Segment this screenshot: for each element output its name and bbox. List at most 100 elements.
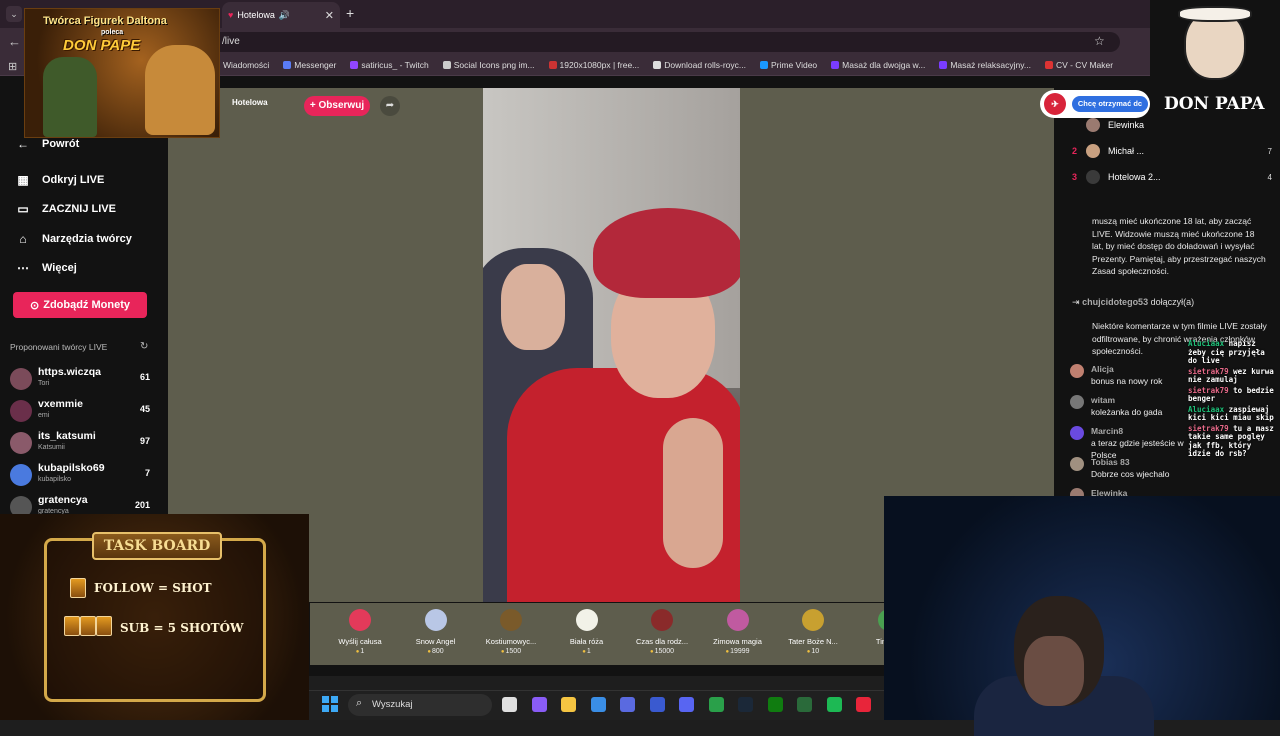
gift-item[interactable]: Biała róża 1 bbox=[550, 609, 624, 655]
gift-item[interactable]: Czas dla rodz... 15000 bbox=[625, 609, 699, 655]
task-sub-text: SUB = 5 SHOTÓW bbox=[120, 620, 244, 635]
tab-active[interactable]: ♥ Hotelowa 🔊 ✕ bbox=[222, 2, 340, 28]
follow-button[interactable]: + Obserwuj bbox=[304, 96, 370, 116]
bookmark-item[interactable]: Prime Video bbox=[760, 60, 817, 70]
share-icon[interactable]: ➦ bbox=[380, 96, 400, 116]
bookmark-star-icon[interactable]: ☆ bbox=[1094, 34, 1105, 48]
bookmark-item[interactable]: satiricus_ - Twitch bbox=[350, 60, 429, 70]
bookmark-item[interactable]: CV - CV Maker bbox=[1044, 60, 1114, 70]
gift-item[interactable]: Snow Angel 800 bbox=[399, 609, 473, 655]
joined-user[interactable]: chujcidotego53 bbox=[1082, 297, 1148, 307]
bookmark-item[interactable]: Masaż relaksacyjny... bbox=[939, 60, 1031, 70]
bookmark-label: Prime Video bbox=[771, 60, 818, 70]
suggested-creator[interactable]: https.wiczqa Tori 61 bbox=[10, 366, 160, 396]
tab-search-button[interactable]: ⌄ bbox=[6, 6, 22, 22]
bookmark-label: CV - CV Maker bbox=[1055, 60, 1114, 70]
gift-icon bbox=[424, 609, 447, 631]
sidebar-item-start-live[interactable]: ▭ ZACZNIJ LIVE bbox=[16, 202, 116, 216]
suggested-creator[interactable]: kubapilsko69 kubapilsko 7 bbox=[10, 462, 160, 492]
bookmark-favicon-icon bbox=[1044, 61, 1053, 69]
suggested-creator[interactable]: its_katsumi Katsumii 97 bbox=[10, 430, 160, 460]
host-name[interactable]: Hotelowa bbox=[232, 98, 268, 107]
video-hand bbox=[663, 418, 723, 568]
gift-item[interactable]: Wyślij całusa 1 bbox=[323, 609, 397, 655]
gifter-rank: 2 bbox=[1072, 146, 1078, 156]
windows-start-icon[interactable] bbox=[322, 696, 338, 712]
taskbar-app-icon[interactable] bbox=[679, 697, 694, 712]
new-tab-button[interactable]: + bbox=[346, 5, 354, 21]
gifter-name: Elewinka bbox=[1108, 120, 1145, 130]
chat-message: Alicja bonus na nowy rok bbox=[1070, 363, 1200, 387]
avatar[interactable] bbox=[1070, 364, 1084, 378]
gift-name: Wyślij całusa bbox=[338, 637, 382, 646]
gift-item[interactable]: Kostiumowyc... 1500 bbox=[474, 609, 548, 655]
speaker-icon[interactable]: 🔊 bbox=[279, 10, 290, 21]
creator-subtitle: emi bbox=[38, 412, 50, 419]
bookmark-item[interactable]: 1920x1080px | free... bbox=[548, 60, 640, 70]
top-gifter-row[interactable]: 3 Hotelowa 2... 4 bbox=[1072, 170, 1272, 184]
avatar[interactable] bbox=[1070, 457, 1084, 471]
taskbar-app-icon[interactable] bbox=[502, 697, 517, 712]
bookmark-item[interactable]: Download rolls-royc... bbox=[653, 60, 746, 70]
sidebar-item-label: Więcej bbox=[42, 262, 77, 274]
creator-name: vxemmie bbox=[38, 398, 83, 410]
gift-item[interactable]: Tater Boże N... 10 bbox=[776, 609, 850, 655]
taskbar-app-icon[interactable] bbox=[767, 697, 783, 712]
taskbar-search-label: Wyszukaj bbox=[372, 699, 413, 710]
avatar bbox=[10, 368, 32, 390]
mascot-hat bbox=[1178, 6, 1252, 22]
suggested-creator[interactable]: vxemmie emi 45 bbox=[10, 398, 160, 428]
taskbar-search[interactable]: ⌕ Wyszukaj bbox=[348, 694, 492, 716]
get-coins-button[interactable]: ⊙ Zdobądź Monety bbox=[13, 292, 147, 318]
top-gifter-row[interactable]: 2 Michał ... 7 bbox=[1072, 144, 1272, 158]
taskbar-app-icon[interactable] bbox=[649, 697, 665, 712]
avatar bbox=[1086, 118, 1100, 132]
taskbar-app-icon[interactable] bbox=[738, 697, 753, 712]
avatar[interactable] bbox=[1070, 426, 1084, 440]
task-follow: FOLLOW = SHOT bbox=[70, 578, 212, 598]
taskbar-app-icon[interactable] bbox=[531, 697, 547, 712]
video-red-headband bbox=[593, 208, 740, 298]
apps-grid-icon[interactable]: ⊞ bbox=[8, 60, 17, 73]
taskbar-app-icon[interactable] bbox=[797, 697, 812, 712]
bookmark-item[interactable]: Wiadomości bbox=[212, 60, 269, 70]
taskbar-app-icon[interactable] bbox=[826, 697, 842, 712]
bookmark-label: 1920x1080px | free... bbox=[559, 60, 640, 70]
taskbar-app-icon[interactable] bbox=[561, 697, 576, 712]
task-follow-text: FOLLOW = SHOT bbox=[94, 581, 212, 595]
taskbar-app-icon[interactable] bbox=[856, 697, 871, 712]
video-face-left bbox=[501, 264, 565, 350]
creator-name: gratencya bbox=[38, 494, 88, 506]
taskbar-app-icon[interactable] bbox=[590, 697, 606, 712]
address-bar[interactable]: /live bbox=[200, 32, 1120, 52]
bookmark-item[interactable]: Masaż dla dwojga w... bbox=[831, 60, 925, 70]
arrow-left-icon: ← bbox=[17, 137, 29, 151]
gift-price: 1500 bbox=[474, 648, 548, 655]
sidebar-item-more[interactable]: ⋯ Więcej bbox=[16, 261, 77, 275]
browser-back-icon[interactable]: ← bbox=[8, 34, 21, 49]
taskbar-app-icon[interactable] bbox=[708, 697, 724, 712]
task-sub: SUB = 5 SHOTÓW bbox=[64, 616, 244, 639]
sidebar-item-creator-tools[interactable]: ⌂ Narzędzia twórcy bbox=[16, 232, 132, 246]
back-link[interactable]: ← Powrót bbox=[16, 137, 79, 151]
gifter-name: Hotelowa 2... bbox=[1108, 172, 1161, 182]
gift-item[interactable]: Zimowa magia 19999 bbox=[701, 609, 775, 655]
task-board-overlay: TASK BOARD FOLLOW = SHOT SUB = 5 SHOTÓW bbox=[0, 514, 309, 720]
taskbar-app-icon[interactable] bbox=[620, 697, 635, 712]
bookmark-label: Download rolls-royc... bbox=[664, 60, 746, 70]
gift-price: 19999 bbox=[701, 648, 775, 655]
viewer-count: 97 bbox=[139, 436, 150, 446]
avatar[interactable] bbox=[1070, 395, 1084, 409]
shot-glasses-icon bbox=[64, 616, 112, 639]
sidebar-item-discover-live[interactable]: ▦ Odkryj LIVE bbox=[16, 173, 104, 187]
webcam-overlay bbox=[884, 496, 1280, 736]
get-rewards-button[interactable]: ✈ Chcę otrzymać dc bbox=[1040, 90, 1150, 118]
bookmark-item[interactable]: Messenger bbox=[283, 60, 336, 70]
gift-price: 1 bbox=[323, 648, 397, 655]
close-tab-icon[interactable]: ✕ bbox=[325, 9, 334, 22]
live-video[interactable] bbox=[483, 88, 740, 602]
more-icon: ⋯ bbox=[17, 261, 29, 275]
chat-text: bonus na nowy rok bbox=[1091, 376, 1163, 386]
bookmark-item[interactable]: Social Icons png im... bbox=[442, 60, 535, 70]
refresh-icon[interactable]: ↻ bbox=[140, 341, 148, 352]
